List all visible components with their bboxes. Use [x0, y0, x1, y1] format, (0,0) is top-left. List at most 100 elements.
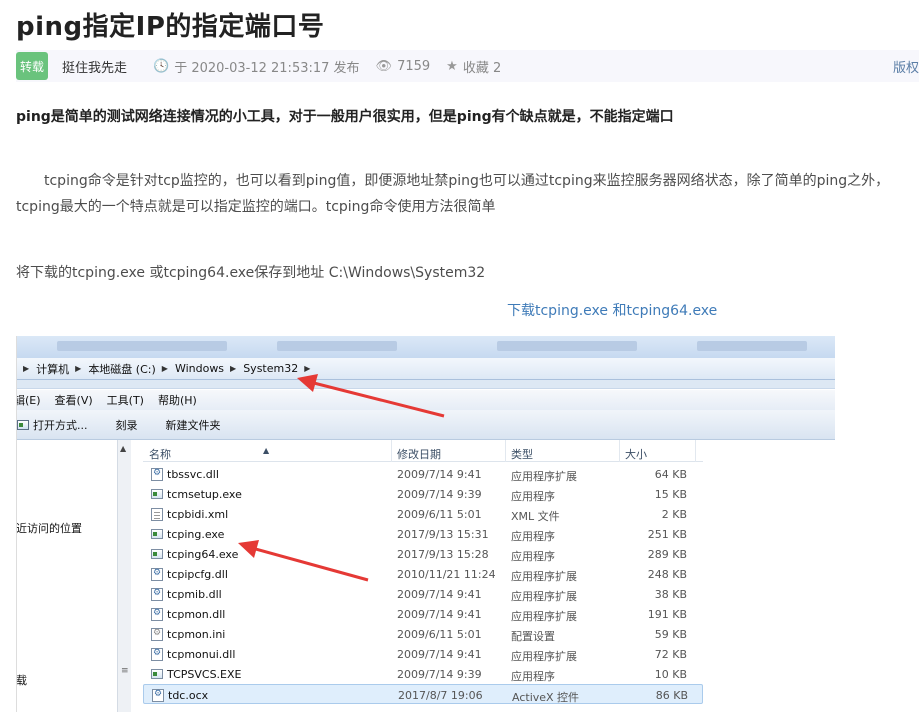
file-date: 2017/8/7 19:06 — [398, 689, 483, 702]
file-type: 应用程序 — [511, 490, 555, 503]
dll-icon — [151, 608, 163, 621]
file-type: 应用程序 — [511, 530, 555, 543]
column-divider[interactable] — [695, 440, 696, 462]
file-list: ▲ 名称 修改日期 类型 大小 tbssvc.dll 2009/7/14 9:41… — [143, 440, 703, 712]
burn-button[interactable]: 刻录 — [116, 417, 138, 433]
blurred-tab — [697, 341, 807, 351]
breadcrumb-system32[interactable]: System32 — [243, 362, 298, 375]
chevron-right-icon: ▶ — [75, 364, 82, 373]
column-header-type[interactable]: 类型 — [511, 446, 533, 462]
navigation-pane: 最近访问的位置 下载 — [17, 440, 132, 712]
dll-icon — [151, 568, 163, 581]
nav-item-recent-places[interactable]: 最近访问的位置 — [17, 520, 82, 536]
file-name: tcpmon.dll — [167, 608, 226, 621]
scroll-up-icon[interactable]: ▲ — [120, 444, 126, 453]
file-name: tcpbidi.xml — [167, 508, 229, 521]
menu-view[interactable]: 查看(V) — [55, 392, 93, 408]
file-type: 应用程序 — [511, 550, 555, 563]
file-list-header: ▲ 名称 修改日期 类型 大小 — [143, 440, 703, 462]
chevron-right-icon: ▶ — [304, 364, 311, 373]
exe-icon — [151, 529, 163, 539]
file-size: 64 KB — [654, 468, 687, 481]
file-row[interactable]: tcping64.exe 2017/9/13 15:28 应用程序 289 KB — [143, 544, 703, 564]
open-with-button[interactable]: 打开方式... — [17, 417, 88, 433]
menu-edit[interactable]: 编辑(E) — [17, 392, 41, 408]
file-name: tcpmonui.dll — [167, 648, 236, 661]
column-header-name[interactable]: 名称 — [149, 446, 171, 462]
sort-ascending-icon: ▲ — [263, 446, 270, 455]
file-name: tcping.exe — [167, 528, 225, 541]
column-divider[interactable] — [619, 440, 620, 462]
file-type: 应用程序 — [511, 670, 555, 683]
file-row[interactable]: tcpmon.ini 2009/6/11 5:01 配置设置 59 KB — [143, 624, 703, 644]
blurred-tab — [277, 341, 397, 351]
copyright-link[interactable]: 版权 — [893, 57, 919, 76]
file-size: 38 KB — [654, 588, 687, 601]
file-type: 应用程序扩展 — [511, 610, 577, 623]
file-row[interactable]: tbssvc.dll 2009/7/14 9:41 应用程序扩展 64 KB — [143, 464, 703, 484]
file-date: 2009/7/14 9:39 — [397, 668, 482, 681]
file-row[interactable]: tdc.ocx 2017/8/7 19:06 ActiveX 控件 86 KB — [143, 684, 703, 704]
dll-icon — [152, 689, 164, 702]
chevron-right-icon: ▶ — [23, 364, 30, 373]
file-size: 72 KB — [654, 648, 687, 661]
file-name: tdc.ocx — [168, 689, 209, 702]
file-name: tcpmib.dll — [167, 588, 222, 601]
menu-help[interactable]: 帮助(H) — [158, 392, 197, 408]
explorer-screenshot: ▶ 计算机 ▶ 本地磁盘 (C:) ▶ Windows ▶ System32 ▶… — [16, 336, 835, 712]
menu-tools[interactable]: 工具(T) — [107, 392, 144, 408]
article-title: ping指定IP的指定端口号 — [16, 12, 325, 42]
column-header-size[interactable]: 大小 — [625, 446, 647, 462]
file-row[interactable]: tcmsetup.exe 2009/7/14 9:39 应用程序 15 KB — [143, 484, 703, 504]
exe-icon — [151, 669, 163, 679]
file-type: 应用程序扩展 — [511, 590, 577, 603]
file-date: 2017/9/13 15:28 — [397, 548, 489, 561]
breadcrumb-local-disk[interactable]: 本地磁盘 (C:) — [88, 361, 155, 377]
exe-icon — [151, 489, 163, 499]
view-count: 👁 7159 — [376, 59, 431, 74]
download-link[interactable]: 下载tcping.exe 和tcping64.exe — [507, 300, 717, 320]
file-name: tcpmon.ini — [167, 628, 226, 641]
dll-icon — [151, 648, 163, 661]
scroll-grip-icon[interactable]: ≡ — [121, 666, 129, 676]
chevron-right-icon: ▶ — [161, 364, 168, 373]
new-folder-button[interactable]: 新建文件夹 — [166, 417, 221, 433]
column-divider[interactable] — [391, 440, 392, 462]
eye-icon: 👁 — [375, 58, 393, 74]
window-titlebar — [17, 336, 835, 358]
file-row[interactable]: TCPSVCS.EXE 2009/7/14 9:39 应用程序 10 KB — [143, 664, 703, 684]
blurred-tab — [57, 341, 227, 351]
file-row[interactable]: tcpmib.dll 2009/7/14 9:41 应用程序扩展 38 KB — [143, 584, 703, 604]
file-name: tcping64.exe — [167, 548, 239, 561]
nav-scrollbar[interactable]: ▲ ≡ — [117, 440, 131, 712]
file-row[interactable]: tcpmonui.dll 2009/7/14 9:41 应用程序扩展 72 KB — [143, 644, 703, 664]
column-divider[interactable] — [505, 440, 506, 462]
address-bar[interactable]: ▶ 计算机 ▶ 本地磁盘 (C:) ▶ Windows ▶ System32 ▶ — [17, 358, 835, 380]
column-header-date[interactable]: 修改日期 — [397, 446, 441, 462]
breadcrumb-windows[interactable]: Windows — [175, 362, 224, 375]
repost-badge: 转载 — [16, 52, 48, 80]
favorite-button[interactable]: ★ 收藏 2 — [446, 57, 501, 76]
intro-paragraph: ping是简单的测试网络连接情况的小工具，对于一般用户很实用，但是ping有个缺… — [16, 109, 674, 125]
file-row[interactable]: tcpbidi.xml 2009/6/11 5:01 XML 文件 2 KB — [143, 504, 703, 524]
save-instruction: 将下载的tcping.exe 或tcping64.exe保存到地址 C:\Win… — [16, 265, 486, 281]
exe-icon — [151, 549, 163, 559]
file-date: 2009/6/11 5:01 — [397, 628, 482, 641]
blurred-tab — [497, 341, 637, 351]
publish-time-text: 于 2020-03-12 21:53:17 发布 — [174, 60, 360, 76]
menu-bar: 编辑(E) 查看(V) 工具(T) 帮助(H) — [17, 390, 835, 410]
breadcrumb-computer[interactable]: 计算机 — [36, 361, 69, 377]
file-row[interactable]: tcping.exe 2017/9/13 15:31 应用程序 251 KB — [143, 524, 703, 544]
file-size: 86 KB — [655, 689, 688, 702]
file-row[interactable]: tcpmon.dll 2009/7/14 9:41 应用程序扩展 191 KB — [143, 604, 703, 624]
command-toolbar: 打开方式... 刻录 新建文件夹 — [17, 410, 835, 440]
file-name: TCPSVCS.EXE — [167, 668, 242, 681]
nav-item-downloads[interactable]: 下载 — [17, 672, 27, 688]
file-date: 2009/7/14 9:41 — [397, 648, 482, 661]
view-count-text: 7159 — [397, 58, 431, 74]
star-icon: ★ — [446, 58, 458, 74]
file-row[interactable]: tcpipcfg.dll 2010/11/21 11:24 应用程序扩展 248 KB — [143, 564, 703, 584]
file-date: 2009/6/11 5:01 — [397, 508, 482, 521]
file-date: 2009/7/14 9:41 — [397, 468, 482, 481]
author-link[interactable]: 挺住我先走 — [62, 57, 127, 76]
